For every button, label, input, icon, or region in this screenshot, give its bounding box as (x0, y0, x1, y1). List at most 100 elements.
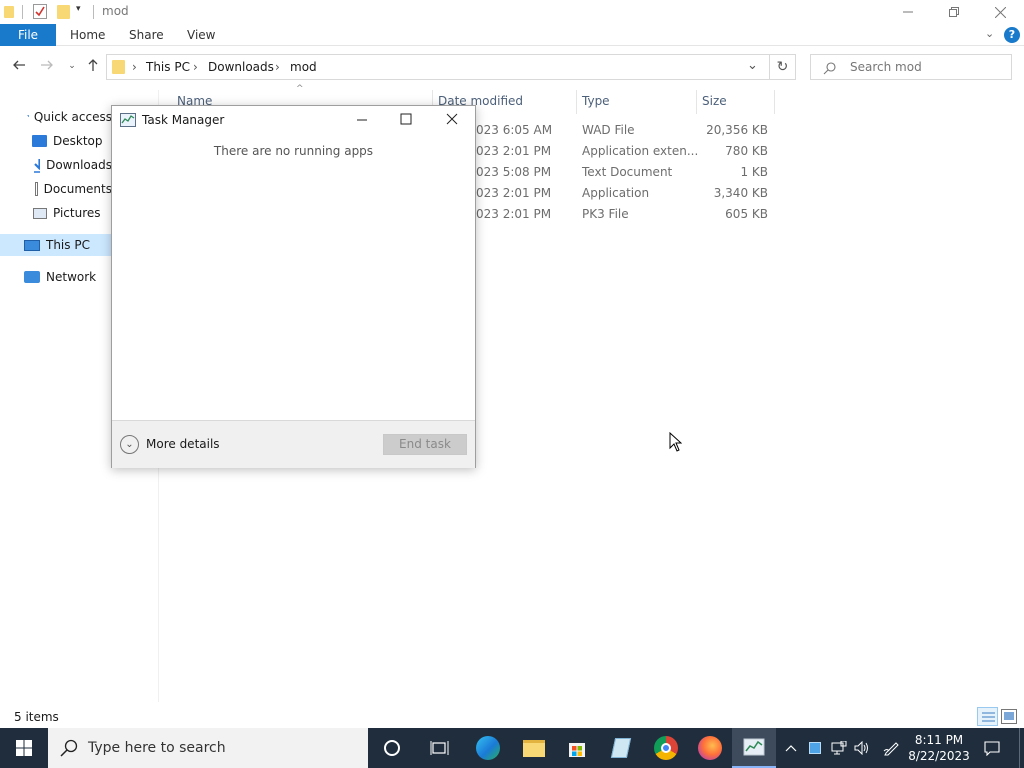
file-type: PK3 File (582, 207, 629, 221)
date-modified: 023 2:01 PM (476, 207, 552, 221)
expand-ribbon-icon[interactable]: ⌄ (985, 27, 994, 40)
sidebar-item-desktop[interactable]: Desktop (0, 130, 112, 152)
breadcrumb-downloads[interactable]: Downloads (208, 60, 274, 74)
status-bar: 5 items (0, 706, 1024, 728)
column-divider[interactable] (774, 90, 775, 114)
column-divider[interactable] (576, 90, 577, 114)
search-box[interactable]: Search mod (810, 54, 1012, 80)
column-header-type[interactable]: Type (582, 94, 610, 108)
close-button[interactable] (437, 110, 467, 132)
recent-locations-icon[interactable]: ⌄ (64, 58, 80, 74)
network-status-button[interactable] (828, 728, 850, 768)
file-type: Application (582, 186, 650, 200)
column-divider[interactable] (696, 90, 697, 114)
properties-icon[interactable] (33, 4, 47, 19)
file-type: Application exten... (582, 144, 699, 158)
taskbar-search-input[interactable]: Type here to search (88, 740, 226, 756)
pen-workspace-button[interactable] (878, 728, 904, 768)
task-manager-icon (743, 738, 765, 756)
restore-button[interactable] (931, 0, 977, 24)
separator (22, 5, 23, 19)
minimize-button[interactable] (347, 110, 377, 132)
star-icon (27, 115, 29, 117)
chevron-down-icon[interactable]: ⌄ (747, 58, 758, 73)
help-icon[interactable]: ? (1004, 27, 1020, 43)
store-icon (569, 743, 585, 757)
forward-icon[interactable] (39, 58, 55, 74)
action-center-button[interactable] (978, 728, 1006, 768)
new-folder-icon[interactable] (57, 5, 70, 19)
task-view-button[interactable] (418, 728, 462, 768)
clock[interactable]: 8:11 PM 8/22/2023 (906, 728, 972, 768)
details-view-icon[interactable] (977, 707, 998, 726)
taskbar-app-store[interactable] (555, 728, 599, 768)
chevron-right-icon[interactable]: › (275, 60, 280, 74)
show-desktop-button[interactable] (1019, 728, 1020, 768)
tab-file[interactable]: File (0, 24, 56, 46)
item-count: 5 items (14, 710, 59, 724)
computer-icon (24, 239, 40, 251)
chevron-up-icon (785, 745, 797, 752)
search-icon (60, 739, 78, 757)
file-size: 3,340 KB (713, 186, 768, 200)
address-bar[interactable]: › This PC › Downloads › mod ⌄ (106, 54, 770, 80)
folder-icon (523, 739, 545, 757)
tab-share[interactable]: Share (129, 24, 164, 46)
taskbar-app-edge[interactable] (466, 728, 510, 768)
start-button[interactable] (0, 728, 48, 768)
taskbar-app-task-manager[interactable] (732, 728, 776, 768)
clock-time: 8:11 PM (914, 733, 964, 747)
minimize-button[interactable] (885, 0, 931, 24)
empty-state-message: There are no running apps (213, 144, 374, 158)
sidebar-item-pictures[interactable]: Pictures (0, 202, 112, 224)
volume-button[interactable] (851, 728, 873, 768)
network-icon (24, 271, 40, 283)
chevron-down-icon[interactable]: ⌄ (120, 435, 139, 454)
sidebar-item-quick-access[interactable]: Quick access (0, 106, 112, 128)
end-task-button[interactable]: End task (383, 434, 467, 455)
sidebar-item-label: Network (46, 270, 97, 284)
more-details-link[interactable]: More details (146, 437, 220, 451)
taskbar-app-file-explorer[interactable] (512, 728, 556, 768)
file-type: WAD File (582, 123, 635, 137)
edge-icon (476, 736, 500, 760)
blue-square-icon (809, 742, 821, 754)
speaker-icon (854, 741, 868, 755)
taskbar-app-notepad[interactable] (599, 728, 643, 768)
chevron-right-icon[interactable]: › (193, 60, 198, 74)
taskbar-app-chrome[interactable] (644, 728, 688, 768)
task-manager-title: Task Manager (142, 113, 225, 127)
download-icon (34, 158, 41, 173)
sidebar-item-downloads[interactable]: Downloads (0, 154, 112, 176)
sidebar-item-label: Pictures (53, 206, 101, 220)
chevron-right-icon[interactable]: › (132, 60, 137, 74)
sidebar-item-documents[interactable]: Documents (0, 178, 112, 200)
refresh-icon[interactable]: ↻ (770, 54, 796, 80)
mouse-cursor-icon (669, 432, 682, 452)
search-input[interactable]: Search mod (850, 60, 922, 74)
cortana-button[interactable] (370, 728, 414, 768)
ribbon: File Home Share View ⌄ ? (0, 24, 1024, 46)
sidebar-item-network[interactable]: Network (0, 266, 112, 288)
tray-app-icon[interactable] (804, 728, 826, 768)
show-hidden-icons-button[interactable] (780, 728, 802, 768)
maximize-button[interactable] (391, 110, 421, 132)
date-modified: 023 2:01 PM (476, 186, 552, 200)
close-button[interactable] (977, 0, 1023, 24)
tab-home[interactable]: Home (70, 24, 105, 46)
breadcrumb-mod[interactable]: mod (290, 60, 317, 74)
tab-view[interactable]: View (187, 24, 215, 46)
task-manager-icon (120, 113, 136, 127)
customize-qat-icon[interactable]: ▾ (76, 4, 81, 14)
taskbar-app-firefox[interactable] (688, 728, 732, 768)
up-icon[interactable] (85, 58, 101, 74)
large-icons-view-icon[interactable] (1001, 709, 1017, 724)
breadcrumb-this-pc[interactable]: This PC (146, 60, 190, 74)
file-type: Text Document (582, 165, 673, 179)
pictures-icon (33, 207, 47, 219)
window-title: mod (102, 4, 129, 18)
taskbar-search-box[interactable]: Type here to search (48, 728, 368, 768)
column-header-size[interactable]: Size (702, 94, 727, 108)
back-icon[interactable] (11, 58, 27, 74)
folder-icon (112, 60, 125, 74)
